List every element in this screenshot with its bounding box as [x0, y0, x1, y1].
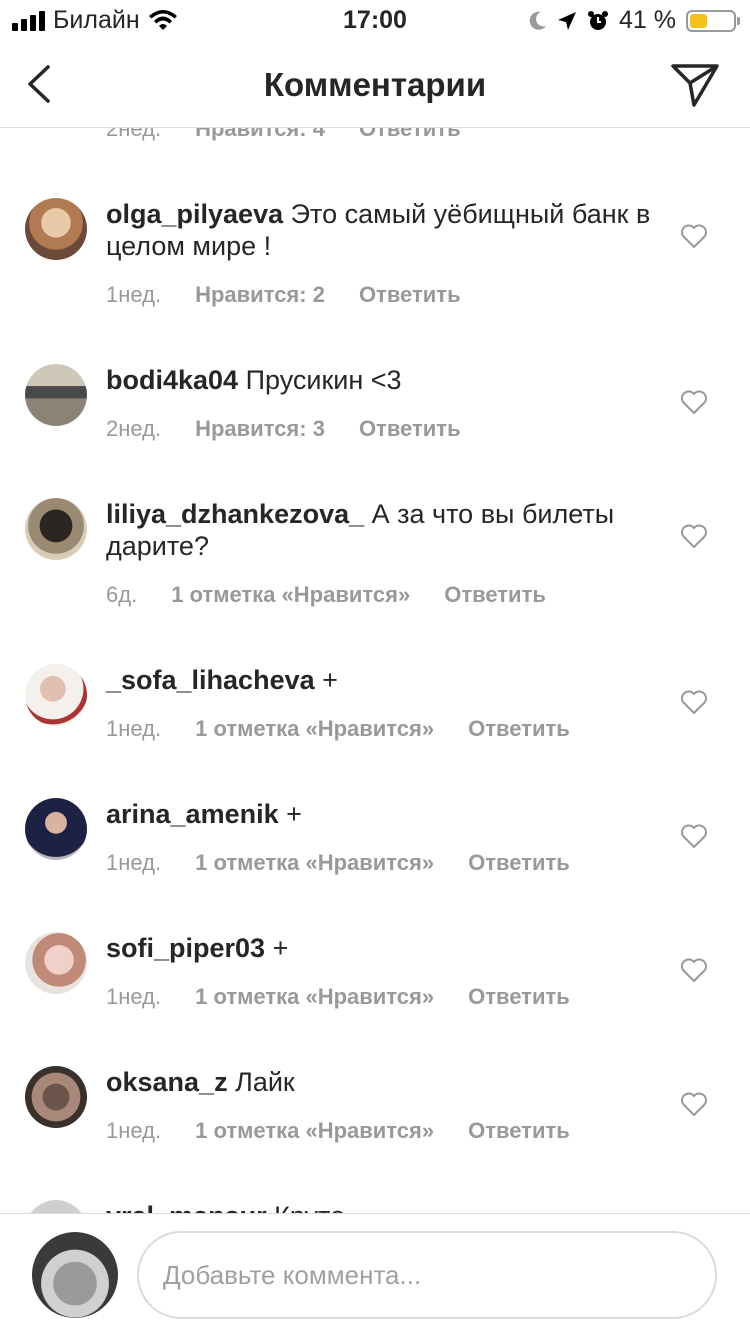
comment-time: 2нед. — [106, 128, 162, 141]
comment-time: 1нед. — [106, 716, 162, 741]
paper-plane-icon[interactable] — [670, 62, 720, 108]
like-count[interactable]: 1 отметка «Нравится» — [195, 1118, 434, 1144]
comment-time: 1нед. — [106, 984, 162, 1009]
comment-message: Лайк — [235, 1067, 295, 1097]
like-count[interactable]: 1 отметка «Нравится» — [195, 716, 434, 742]
avatar[interactable] — [25, 1066, 87, 1128]
username[interactable]: liliya_dzhankezova_ — [106, 499, 364, 529]
comment-meta: 1нед. Нравится: 2 Ответить — [106, 282, 461, 308]
avatar[interactable] — [25, 198, 87, 260]
reply-button[interactable]: Ответить — [359, 128, 461, 142]
previous-comment-meta: 2нед. Нравится: 4 Ответить — [106, 128, 461, 142]
comment-time: 1нед. — [106, 850, 162, 875]
comment-meta: 1нед. 1 отметка «Нравится» Ответить — [106, 850, 570, 876]
username[interactable]: arina_amenik — [106, 799, 279, 829]
reply-button[interactable]: Ответить — [468, 1118, 570, 1144]
comment-time: 1нед. — [106, 1118, 162, 1143]
avatar — [32, 1232, 118, 1318]
avatar[interactable] — [25, 664, 87, 726]
location-arrow-icon — [558, 11, 577, 30]
like-count[interactable]: 1 отметка «Нравится» — [195, 850, 434, 876]
nav-bar: Комментарии — [0, 40, 750, 128]
like-count[interactable]: Нравится: 4 — [195, 128, 325, 142]
comment-time: 2нед. — [106, 416, 162, 441]
heart-icon[interactable] — [680, 223, 708, 249]
username[interactable]: sofi_piper03 — [106, 933, 265, 963]
comment-message: Круто — [274, 1201, 345, 1213]
comment-text: olga_pilyaeva Это самый уёбищный банк в … — [106, 198, 651, 262]
battery-icon — [686, 9, 740, 32]
comment-time: 1нед. — [106, 282, 162, 307]
username[interactable]: yral_mansur — [106, 1201, 267, 1213]
heart-icon[interactable] — [680, 957, 708, 983]
comment-message: + — [322, 665, 338, 695]
username[interactable]: oksana_z — [106, 1067, 228, 1097]
like-count[interactable]: Нравится: 2 — [195, 282, 325, 308]
heart-icon[interactable] — [680, 823, 708, 849]
alarm-icon — [588, 10, 609, 30]
comment-text: bodi4ka04 Прусикин <3 — [106, 364, 651, 396]
comment-message: + — [272, 933, 289, 963]
comment-meta: 6д. 1 отметка «Нравится» Ответить — [106, 582, 546, 608]
battery-fill — [690, 13, 708, 28]
comment-text: arina_amenik + — [106, 798, 651, 830]
battery-percent: 41 % — [619, 6, 676, 34]
heart-icon[interactable] — [680, 523, 708, 549]
reply-button[interactable]: Ответить — [468, 716, 570, 742]
page-title: Комментарии — [263, 66, 487, 103]
comment-meta: 2нед. Нравится: 3 Ответить — [106, 416, 461, 442]
comment-message: + — [286, 799, 302, 829]
comments-list[interactable]: 2нед. Нравится: 4 Ответить olga_pilyaeva… — [0, 128, 750, 1213]
reply-button[interactable]: Ответить — [359, 416, 461, 442]
comment-message: Прусикин <3 — [245, 365, 402, 395]
like-count[interactable]: 1 отметка «Нравится» — [195, 984, 434, 1010]
like-count[interactable]: 1 отметка «Нравится» — [171, 582, 410, 608]
avatar[interactable] — [25, 1200, 87, 1213]
comment-text: yral_mansur Круто — [106, 1200, 651, 1213]
avatar[interactable] — [25, 798, 87, 860]
username[interactable]: _sofa_lihacheva — [106, 665, 315, 695]
heart-icon[interactable] — [680, 1091, 708, 1117]
comment-text: _sofa_lihacheva + — [106, 664, 651, 696]
status-right: 41 % — [529, 6, 740, 35]
reply-button[interactable]: Ответить — [359, 282, 461, 308]
moon-icon — [529, 11, 547, 30]
comment-input[interactable] — [137, 1231, 717, 1319]
like-count[interactable]: Нравится: 3 — [195, 416, 325, 442]
heart-icon[interactable] — [680, 689, 708, 715]
username[interactable]: bodi4ka04 — [106, 365, 238, 395]
comment-text: liliya_dzhankezova_ А за что вы билеты д… — [106, 498, 651, 562]
comment-meta: 1нед. 1 отметка «Нравится» Ответить — [106, 716, 570, 742]
comment-text: sofi_piper03 + — [106, 932, 651, 964]
status-bar: Билайн 17:00 41 % — [0, 0, 750, 40]
reply-button[interactable]: Ответить — [468, 850, 570, 876]
username[interactable]: olga_pilyaeva — [106, 199, 283, 229]
heart-icon[interactable] — [680, 389, 708, 415]
avatar[interactable] — [25, 364, 87, 426]
comment-time: 6д. — [106, 582, 138, 607]
comment-meta: 1нед. 1 отметка «Нравится» Ответить — [106, 1118, 570, 1144]
comment-text: oksana_z Лайк — [106, 1066, 651, 1098]
reply-button[interactable]: Ответить — [444, 582, 546, 608]
avatar[interactable] — [25, 498, 87, 560]
avatar[interactable] — [25, 932, 87, 994]
comment-meta: 1нед. 1 отметка «Нравится» Ответить — [106, 984, 570, 1010]
comment-composer — [0, 1213, 750, 1334]
reply-button[interactable]: Ответить — [468, 984, 570, 1010]
